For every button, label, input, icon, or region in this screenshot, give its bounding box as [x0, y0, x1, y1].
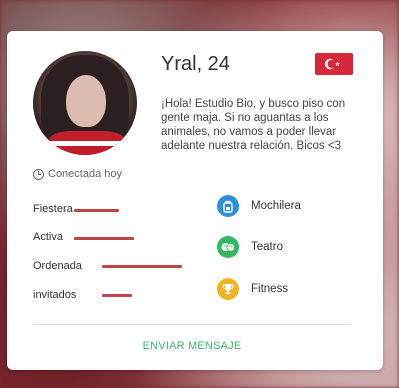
interest-label: Mochilera [251, 200, 301, 212]
trait-label-activa: Activa [33, 231, 63, 243]
trait-label-ordenada: Ordenada [33, 260, 82, 272]
trait-label-fiestera: Fiestera [33, 203, 73, 215]
online-status-text: Conectada hoy [48, 168, 122, 180]
turkey-flag-icon [315, 53, 353, 75]
theater-masks-icon [217, 236, 239, 258]
interest-fitness: Fitness [217, 278, 288, 300]
profile-card: Yral, 24 ¡Hola! Estudio Bio, y busco pis… [7, 31, 383, 370]
interest-label: Fitness [251, 283, 289, 295]
avatar-face [66, 75, 106, 127]
backpack-icon [217, 195, 239, 217]
trophy-icon [217, 278, 239, 300]
interest-label: Teatro [251, 241, 283, 253]
avatar-shirt-stripe [49, 141, 125, 146]
flag-graphic [324, 58, 340, 70]
trait-bar-invitados [102, 294, 132, 297]
avatar[interactable] [33, 51, 137, 155]
interest-mochilera: Mochilera [217, 195, 301, 217]
trait-label-invitados: invitados [33, 289, 77, 301]
interest-teatro: Teatro [217, 236, 283, 258]
trait-bar-fiestera [74, 209, 119, 212]
profile-bio: ¡Hola! Estudio Bio, y busco piso con gen… [161, 98, 346, 152]
divider [33, 324, 351, 325]
online-status: Conectada hoy [33, 168, 122, 180]
trait-bar-activa [74, 237, 134, 240]
profile-title: Yral, 24 [161, 53, 230, 75]
trait-bar-ordenada [102, 265, 182, 268]
send-message-button[interactable]: ENVIAR MENSAJE [33, 340, 351, 352]
clock-icon [33, 168, 44, 180]
